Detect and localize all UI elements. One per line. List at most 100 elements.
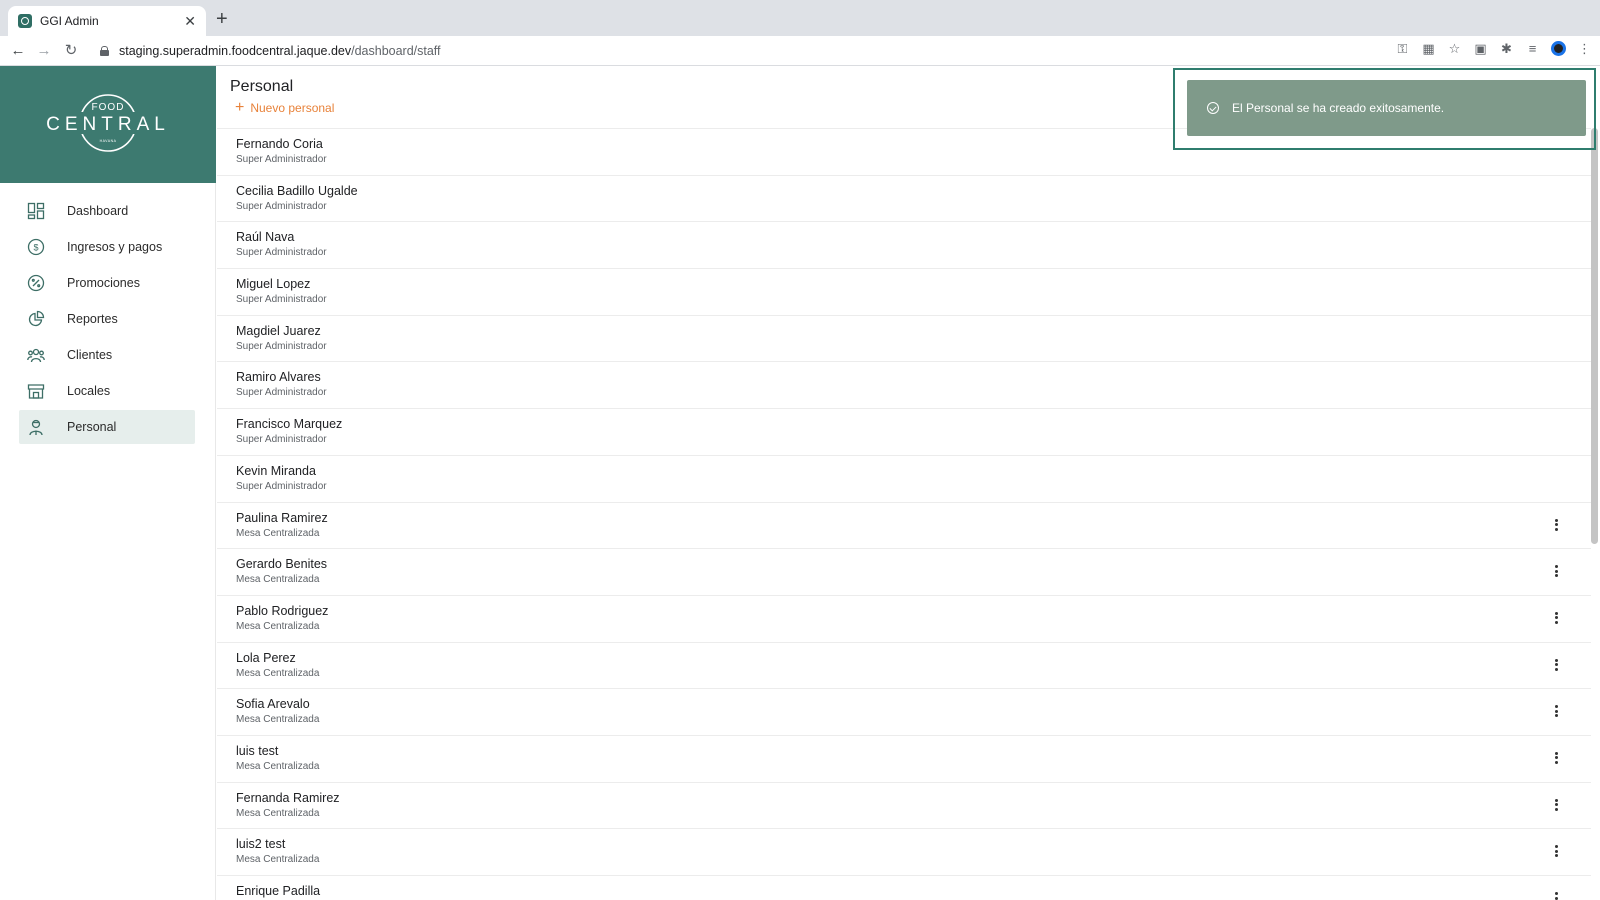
more-options-icon[interactable] (1549, 750, 1563, 766)
staff-role: Mesa Centralizada (236, 854, 320, 866)
lock-icon (100, 46, 109, 56)
staff-row[interactable]: Sofia Arevalo Mesa Centralizada (217, 688, 1591, 735)
brand-logo-area: FOOD CENTRAL HAVANA (0, 66, 216, 183)
staff-role: Mesa Centralizada (236, 760, 320, 772)
bookmark-star-icon[interactable]: ☆ (1447, 41, 1462, 56)
staff-name: Paulina Ramirez (236, 510, 328, 525)
sidebar-item-locales[interactable]: Locales (19, 374, 195, 408)
check-circle-icon (1207, 102, 1219, 114)
more-options-icon[interactable] (1549, 563, 1563, 579)
staff-row[interactable]: Enrique Padilla (217, 875, 1591, 900)
sidebar-item-promociones[interactable]: Promociones (19, 266, 195, 300)
sidebar-item-label: Promociones (67, 276, 140, 290)
more-options-icon[interactable] (1549, 657, 1563, 673)
sidebar-item-label: Reportes (67, 312, 118, 326)
staff-role: Super Administrador (236, 294, 327, 306)
sidebar-nav: Dashboard $ Ingresos y pagos Promociones… (0, 183, 215, 444)
sidebar: FOOD CENTRAL HAVANA Dashboard $ Ingresos… (0, 66, 216, 900)
more-options-icon[interactable] (1549, 843, 1563, 859)
staff-role: Mesa Centralizada (236, 527, 320, 539)
close-tab-icon[interactable]: ✕ (184, 14, 196, 28)
staff-name: Enrique Padilla (236, 884, 321, 898)
new-staff-label: Nuevo personal (250, 101, 335, 115)
reload-icon[interactable]: ↻ (61, 41, 81, 61)
staff-row[interactable]: Gerardo Benites Mesa Centralizada (217, 548, 1591, 595)
staff-role: Super Administrador (236, 154, 327, 165)
staff-row[interactable]: Magdiel Juarez Super Administrador (217, 314, 1591, 362)
tab-title: GGI Admin (40, 14, 99, 28)
staff-name: Raúl Nava (236, 230, 295, 245)
users-icon (27, 348, 45, 363)
browser-tabbar: GGI Admin ✕ + (0, 0, 1600, 36)
main-content: Personal + Nuevo personal Fernando Coria… (217, 66, 1600, 900)
sidebar-item-personal[interactable]: Personal (19, 410, 195, 444)
staff-role: Super Administrador (236, 434, 327, 446)
code-extension-icon[interactable]: ▣ (1473, 41, 1488, 56)
staff-row[interactable]: Miguel Lopez Super Administrador (217, 268, 1591, 315)
staff-role: Mesa Centralizada (236, 574, 320, 586)
more-options-icon[interactable] (1549, 703, 1563, 719)
address-bar[interactable]: staging.superadmin.foodcentral.jaque.dev… (90, 38, 1430, 64)
browser-tab[interactable]: GGI Admin ✕ (8, 6, 206, 36)
staff-row[interactable]: Francisco Marquez Super Administrador (217, 408, 1591, 455)
staff-row[interactable]: Pablo Rodriguez Mesa Centralizada (217, 594, 1591, 642)
profile-avatar[interactable] (1551, 41, 1566, 56)
reading-list-icon[interactable]: ≡ (1525, 41, 1540, 56)
staff-role: Super Administrador (236, 480, 327, 492)
more-options-icon[interactable] (1549, 610, 1563, 626)
staff-role: Super Administrador (236, 200, 327, 212)
staff-name: Pablo Rodriguez (236, 603, 329, 618)
staff-name: luis2 test (236, 837, 286, 852)
staff-role: Mesa Centralizada (236, 667, 320, 679)
brand-small-bottom: HAVANA (100, 139, 117, 143)
staff-row[interactable]: Cecilia Badillo Ugalde Super Administrado… (217, 174, 1591, 222)
staff-name: Lola Perez (236, 650, 296, 665)
page-title: Personal (230, 78, 294, 95)
more-options-icon[interactable] (1549, 890, 1563, 900)
staff-name: Fernanda Ramirez (236, 790, 340, 805)
scrollbar[interactable] (1591, 128, 1598, 544)
forward-arrow-icon[interactable]: → (34, 41, 54, 61)
staff-role: Mesa Centralizada (236, 620, 320, 632)
brand-main: CENTRAL (46, 114, 170, 135)
staff-row[interactable]: Lola Perez Mesa Centralizada (217, 641, 1591, 689)
staff-row[interactable]: luis2 test Mesa Centralizada (217, 828, 1591, 875)
back-arrow-icon[interactable]: ← (8, 41, 28, 61)
staff-row[interactable]: Raúl Nava Super Administrador (217, 221, 1591, 268)
new-staff-button[interactable]: + Nuevo personal (235, 100, 334, 116)
sidebar-item-dashboard[interactable]: Dashboard (19, 194, 195, 228)
more-options-icon[interactable] (1549, 517, 1563, 533)
staff-row[interactable]: Fernanda Ramirez Mesa Centralizada (217, 781, 1591, 829)
dashboard-icon (27, 202, 45, 220)
store-icon (27, 384, 45, 399)
sidebar-item-label: Clientes (67, 348, 113, 362)
staff-role: Mesa Centralizada (236, 807, 320, 819)
url-host: staging.superadmin.foodcentral.jaque.dev (119, 44, 352, 58)
staff-name: Ramiro Alvares (236, 370, 321, 385)
sidebar-item-clientes[interactable]: Clientes (19, 338, 195, 372)
staff-role: Super Administrador (236, 247, 327, 259)
staff-row[interactable]: luis test Mesa Centralizada (217, 734, 1591, 782)
success-toast[interactable]: El Personal se ha creado exitosamente. (1187, 80, 1586, 136)
sidebar-item-ingresos[interactable]: $ Ingresos y pagos (19, 230, 195, 264)
url-path: /dashboard/staff (351, 44, 441, 58)
staff-row[interactable]: Paulina Ramirez Mesa Centralizada (217, 501, 1591, 549)
extensions-puzzle-icon[interactable]: ✱ (1499, 41, 1514, 56)
pie-chart-icon (28, 310, 45, 327)
svg-text:$: $ (33, 243, 38, 253)
more-vert-icon[interactable]: ⋮ (1577, 41, 1592, 56)
sidebar-item-reportes[interactable]: Reportes (19, 302, 195, 336)
brand-small-top: FOOD (92, 102, 125, 113)
more-options-icon[interactable] (1549, 797, 1563, 813)
translate-icon[interactable]: ▦ (1421, 41, 1436, 56)
new-tab-button[interactable]: + (216, 9, 228, 29)
key-icon[interactable]: ⚿ (1395, 41, 1410, 56)
staff-row[interactable]: Ramiro Alvares Super Administrador (217, 361, 1591, 408)
sidebar-item-label: Dashboard (67, 204, 129, 218)
staff-role: Super Administrador (236, 387, 327, 399)
plus-icon: + (235, 99, 245, 116)
staff-name: Gerardo Benites (236, 557, 328, 572)
staff-list: Fernando Coria Super Administrador Cecilia… (217, 128, 1591, 900)
staff-name: Francisco Marquez (236, 417, 343, 432)
staff-row[interactable]: Kevin Miranda Super Administrador (217, 454, 1591, 502)
